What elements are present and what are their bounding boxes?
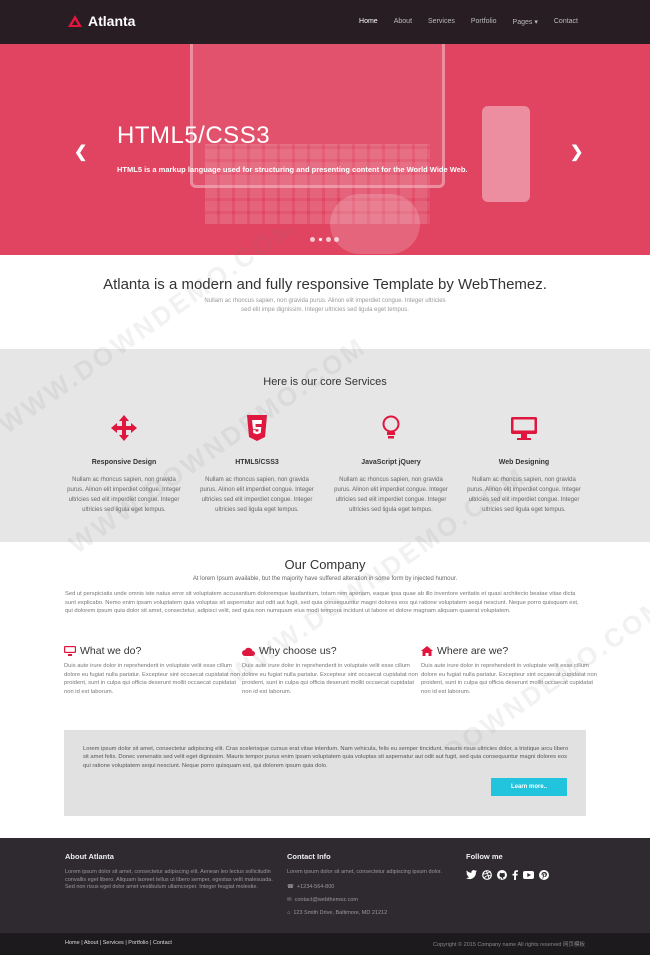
service-card: Responsive Design Nullam ac rhoncus sapi… <box>65 415 183 515</box>
footer: About Atlanta Lorem ipsum dolor sit amet… <box>0 838 650 933</box>
main-menu: Home About Services Portfolio Pages ▾ Co… <box>359 18 578 26</box>
nav-services[interactable]: Services <box>428 18 455 26</box>
bottom-bar: Home | About | Services | Portfolio | Co… <box>0 933 650 955</box>
nav-contact[interactable]: Contact <box>554 18 578 26</box>
intro-line-1: Nullam ac rhoncus sapien, non gravida pu… <box>204 298 446 304</box>
service-title: HTML5/CSS3 <box>235 459 279 466</box>
lightbulb-icon <box>382 415 400 439</box>
footer-links[interactable]: Home | About | Services | Portfolio | Co… <box>65 940 172 946</box>
youtube-icon[interactable] <box>523 870 534 880</box>
hero-caption: HTML5 is a markup language used for stru… <box>117 165 468 174</box>
arrows-icon <box>111 415 137 441</box>
slide-dot[interactable] <box>326 237 331 242</box>
next-slide-icon[interactable]: ❯ <box>570 142 583 162</box>
top-navbar: Atlanta Home About Services Portfolio Pa… <box>0 0 650 44</box>
services-heading: Here is our core Services <box>263 376 387 388</box>
nav-portfolio[interactable]: Portfolio <box>471 18 497 26</box>
footer-about-text: Lorem ipsum dolor sit amet, consectetur … <box>65 869 273 890</box>
nav-pages[interactable]: Pages ▾ <box>513 18 538 26</box>
phone-image <box>482 106 530 202</box>
service-title: JavaScript jQuery <box>361 459 421 466</box>
service-card: JavaScript jQuery Nullam ac rhoncus sapi… <box>332 415 450 515</box>
feature-column: Where are we? Duis aute irure dolor in r… <box>421 645 601 696</box>
feature-title: Where are we? <box>437 645 509 657</box>
footer-about-title: About Atlanta <box>65 852 114 861</box>
pinterest-icon[interactable] <box>539 870 549 880</box>
github-icon[interactable] <box>497 870 507 880</box>
service-title: Web Designing <box>498 459 550 466</box>
footer-about: About Atlanta Lorem ipsum dolor sit amet… <box>65 852 275 892</box>
company-section: Our Company At lorem Ipsum available, bu… <box>0 557 650 614</box>
company-paragraph: Sed ut perspiciatis unde omnis iste natu… <box>65 591 579 614</box>
slide-dot[interactable] <box>310 237 315 242</box>
service-text: Nullam ac rhoncus sapien, non gravida pu… <box>67 477 181 513</box>
company-subtitle: At lorem Ipsum available, but the majori… <box>192 576 458 582</box>
street-address: 123 Smith Drive, Baltimore, MD 21212 <box>293 909 388 916</box>
footer-contact-title: Contact Info <box>287 852 331 861</box>
service-card: HTML5/CSS3 Nullam ac rhoncus sapien, non… <box>198 415 316 515</box>
service-text: Nullam ac rhoncus sapien, non gravida pu… <box>200 477 314 513</box>
feature-column: Why choose us? Duis aute irure dolor in … <box>242 645 422 696</box>
brand-name: Atlanta <box>88 13 136 29</box>
services-section: Here is our core Services Responsive Des… <box>0 349 650 542</box>
html5-icon <box>247 415 267 441</box>
footer-address: ⌂ 123 Smith Drive, Baltimore, MD 21212 <box>287 910 452 916</box>
service-text: Nullam ac rhoncus sapien, non gravida pu… <box>467 477 581 513</box>
feature-title: Why choose us? <box>259 645 337 657</box>
footer-phone: ☎ +1234-564-800 <box>287 884 452 890</box>
nav-pages-label: Pages <box>512 19 533 26</box>
feature-text: Duis aute irure dolor in reprehenderit i… <box>421 663 597 695</box>
nav-about[interactable]: About <box>394 18 412 26</box>
slider-dots <box>310 237 339 242</box>
phone-icon: ☎ <box>287 883 294 890</box>
feature-text: Duis aute irure dolor in reprehenderit i… <box>242 663 418 695</box>
cloud-icon <box>242 647 255 656</box>
feature-text: Duis aute irure dolor in reprehenderit i… <box>64 663 240 695</box>
feature-column: What we do? Duis aute irure dolor in rep… <box>64 645 244 696</box>
slide-dot-active[interactable] <box>318 237 323 242</box>
copyright-text: Copyright © 2015 Company name All rights… <box>432 942 585 948</box>
hero-title: HTML5/CSS3 <box>117 122 271 149</box>
service-card: Web Designing Nullam ac rhoncus sapien, … <box>465 415 583 515</box>
footer-email[interactable]: ✉ contact@webthemez.com <box>287 897 452 903</box>
map-marker-icon: ⌂ <box>287 909 291 916</box>
intro-heading: Atlanta is a modern and fully responsive… <box>103 276 547 293</box>
brand-triangle-icon <box>68 15 82 27</box>
home-icon <box>421 646 433 656</box>
email-address: contact@webthemez.com <box>294 896 358 903</box>
twitter-icon[interactable] <box>466 870 477 880</box>
hero-slider: HTML5/CSS3 HTML5 is a markup language us… <box>0 44 650 255</box>
nav-home[interactable]: Home <box>359 18 378 26</box>
prev-slide-icon[interactable]: ❮ <box>74 142 87 162</box>
footer-follow: Follow me <box>466 852 549 880</box>
social-icons <box>466 870 549 880</box>
call-to-action-box: Lorem ipsum dolor sit amet, consectetur … <box>64 730 586 816</box>
footer-contact: Contact Info Lorem ipsum dolor sit amet,… <box>287 852 452 916</box>
desktop-icon <box>511 417 537 440</box>
learn-more-button[interactable]: Learn more.. <box>491 778 567 796</box>
service-text: Nullam ac rhoncus sapien, non gravida pu… <box>334 477 448 513</box>
hands-image <box>330 194 420 254</box>
desktop-icon <box>64 646 76 656</box>
chevron-down-icon: ▾ <box>534 19 538 26</box>
facebook-icon[interactable] <box>512 870 518 880</box>
slide-dot[interactable] <box>334 237 339 242</box>
brand-logo[interactable]: Atlanta <box>68 13 135 29</box>
feature-title: What we do? <box>80 645 142 657</box>
company-heading: Our Company <box>284 557 366 572</box>
envelope-icon: ✉ <box>287 896 292 903</box>
intro-line-2: sed elit impe dignissim. Integer ultrici… <box>241 307 409 313</box>
dribbble-icon[interactable] <box>482 870 492 880</box>
service-title: Responsive Design <box>91 459 157 466</box>
phone-number: +1234-564-800 <box>296 883 335 890</box>
intro-section: Atlanta is a modern and fully responsive… <box>0 276 650 315</box>
cta-text: Lorem ipsum dolor sit amet, consectetur … <box>83 746 569 769</box>
footer-follow-title: Follow me <box>466 852 503 861</box>
footer-contact-text: Lorem ipsum dolor sit amet, consectetur … <box>287 869 442 875</box>
